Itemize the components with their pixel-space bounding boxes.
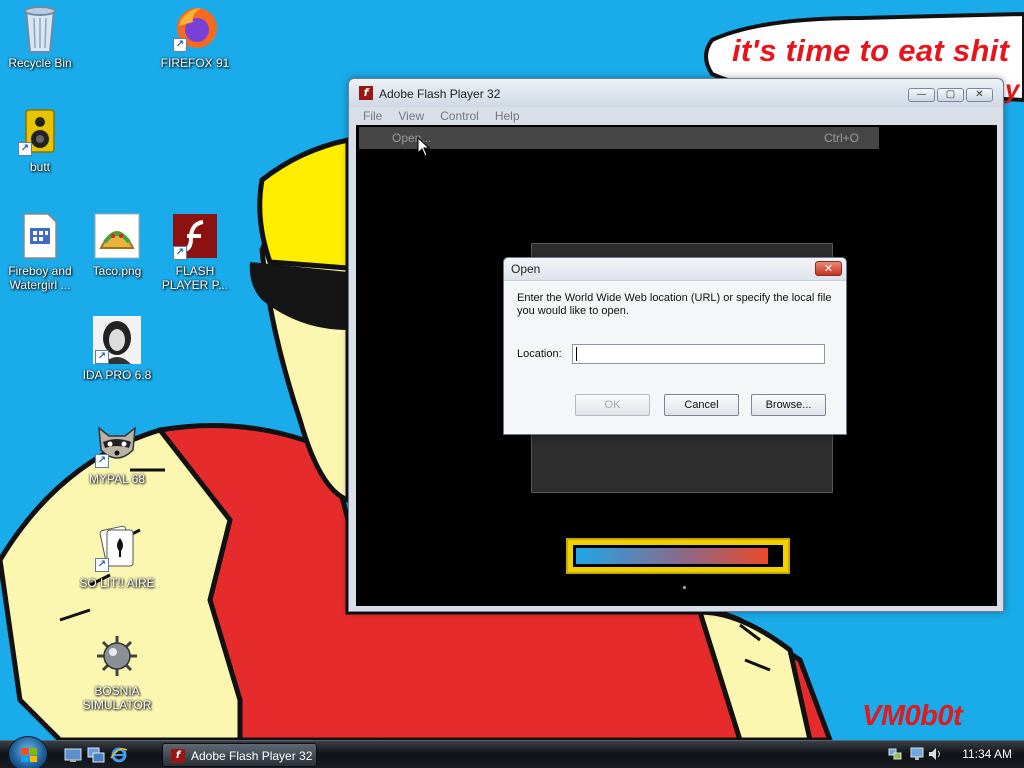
menu-item-open-shortcut: Ctrl+O	[823, 131, 859, 145]
flash-icon: f	[171, 749, 185, 763]
menu-view[interactable]: View	[390, 107, 432, 125]
desktop-icon-taco[interactable]: Taco.png	[77, 212, 157, 278]
desktop-icon-recycle-bin[interactable]: Recycle Bin	[0, 4, 80, 70]
loading-bar	[566, 538, 790, 574]
desktop-icon-label: BOSNIA SIMULATOR	[82, 684, 152, 712]
show-desktop-icon[interactable]	[64, 746, 82, 764]
menu-file[interactable]: File	[355, 107, 390, 125]
desktop-icon-ida-pro[interactable]: ↗ IDA PRO 6.8	[77, 316, 157, 382]
window-title: Adobe Flash Player 32	[379, 87, 501, 101]
close-button[interactable]: ✕	[966, 88, 993, 102]
network-icon[interactable]	[888, 747, 902, 761]
speech-bubble-text: it's time to eat shit	[732, 33, 1010, 68]
taskbar-clock[interactable]: 11:34 AM	[962, 747, 1012, 761]
desktop-icon-butt[interactable]: ↗ butt	[0, 108, 80, 174]
desktop-icon-bosnia-simulator[interactable]: BOSNIA SIMULATOR	[77, 632, 157, 712]
dialog-title: Open	[511, 262, 541, 276]
taco-icon	[93, 212, 141, 260]
wallpaper-signature: VM0b0t	[862, 700, 963, 732]
window-titlebar[interactable]: f Adobe Flash Player 32 — ▢ ✕	[349, 79, 1003, 107]
desktop-icon-label: Taco.png	[92, 264, 142, 278]
cancel-button[interactable]: Cancel	[664, 394, 739, 416]
volume-icon[interactable]	[928, 747, 942, 761]
minimize-button[interactable]: —	[908, 88, 935, 102]
dialog-close-button[interactable]: ✕	[815, 261, 842, 276]
flash-icon: ↗	[171, 212, 219, 260]
menu-help[interactable]: Help	[487, 107, 528, 125]
flash-icon: f	[359, 86, 373, 100]
desktop-icon-fireboy[interactable]: Fireboy and Watergirl ...	[0, 212, 80, 292]
ok-button[interactable]: OK	[575, 394, 650, 416]
internet-explorer-icon[interactable]	[110, 746, 128, 764]
dialog-message: Enter the World Wide Web location (URL) …	[517, 292, 832, 317]
firefox-icon: ↗	[171, 4, 219, 52]
shortcut-arrow-icon: ↗	[18, 142, 32, 156]
open-dialog[interactable]: Open ✕ Enter the World Wide Web location…	[503, 257, 847, 435]
menu-bar: File View Control Help	[355, 107, 997, 125]
ida-portrait-icon: ↗	[93, 316, 141, 364]
taskbar-button-label: Adobe Flash Player 32	[191, 749, 313, 763]
desktop-icon-label: FLASH PLAYER P...	[161, 264, 229, 292]
desktop-icon-label: Recycle Bin	[8, 56, 72, 70]
speaker-icon: ↗	[16, 108, 64, 156]
dialog-body: Enter the World Wide Web location (URL) …	[504, 280, 846, 434]
switch-windows-icon[interactable]	[87, 746, 105, 764]
display-icon[interactable]	[910, 747, 924, 761]
shortcut-arrow-icon: ↗	[95, 350, 109, 364]
maximize-button[interactable]: ▢	[937, 88, 964, 102]
menu-control[interactable]: Control	[432, 107, 487, 125]
mouse-cursor-icon	[417, 137, 431, 157]
desktop-icon-label: Fireboy and Watergirl ...	[8, 264, 72, 292]
menu-item-open[interactable]: Open... Ctrl+O	[359, 127, 879, 149]
shortcut-arrow-icon: ↗	[173, 246, 187, 260]
shortcut-arrow-icon: ↗	[173, 38, 187, 52]
browse-button[interactable]: Browse...	[751, 394, 826, 416]
desktop-icon-solitaire[interactable]: ↗ SO LIT!! AIRE	[77, 524, 157, 590]
cards-icon: ↗	[93, 524, 141, 572]
document-icon	[16, 212, 64, 260]
taskbar-button-flash-player[interactable]: f Adobe Flash Player 32	[162, 743, 317, 767]
desktop-icon-label: MYPAL 68	[88, 472, 146, 486]
dialog-titlebar[interactable]: Open ✕	[504, 258, 846, 280]
shortcut-arrow-icon: ↗	[95, 558, 109, 572]
desktop-icon-label: SO LIT!! AIRE	[79, 576, 155, 590]
stage-dot	[683, 586, 686, 589]
location-input[interactable]	[572, 344, 825, 364]
desktop-icon-mypal[interactable]: ↗ MYPAL 68	[77, 420, 157, 486]
location-label: Location:	[517, 348, 562, 360]
start-button[interactable]	[8, 736, 48, 768]
text-caret	[576, 347, 577, 361]
system-tray: 11:34 AM	[888, 741, 1024, 768]
raccoon-icon: ↗	[93, 420, 141, 468]
recycle-bin-icon	[16, 4, 64, 53]
desktop-icon-label: FIREFOX 91	[160, 56, 230, 70]
shortcut-arrow-icon: ↗	[95, 454, 109, 468]
desktop-icon-flash-player[interactable]: ↗ FLASH PLAYER P...	[155, 212, 235, 292]
taskbar: f Adobe Flash Player 32 11:34 AM	[0, 736, 1024, 768]
speech-bubble-text-cont: y	[1005, 74, 1020, 104]
desktop-icon-label: butt	[29, 160, 50, 174]
desktop-icon-label: IDA PRO 6.8	[82, 368, 152, 382]
desktop-icon-firefox[interactable]: ↗ FIREFOX 91	[155, 4, 235, 70]
loading-bar-fill	[576, 548, 768, 564]
mine-icon	[93, 632, 141, 680]
windows-logo-icon	[21, 748, 37, 762]
